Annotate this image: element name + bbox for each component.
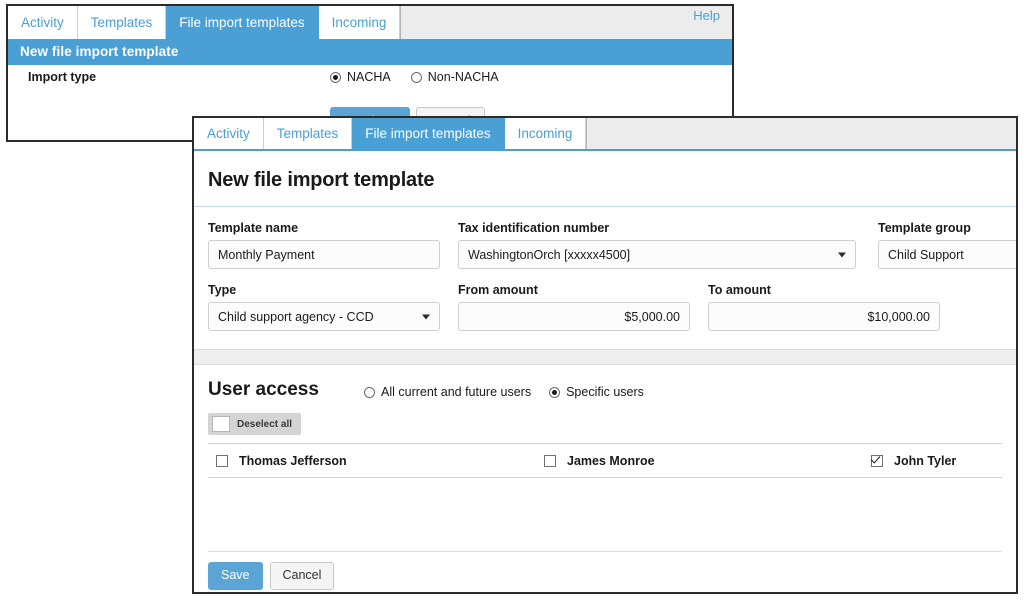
user-list-table: Thomas Jefferson James Monroe John Tyler [208, 443, 1002, 478]
template-group-input[interactable]: Child Support [878, 240, 1016, 269]
tab-templates-label: Templates [276, 125, 339, 141]
save-button[interactable]: Save [208, 562, 263, 590]
tax-id-label: Tax identification number [458, 221, 610, 235]
back-tab-incoming[interactable]: Incoming [318, 6, 401, 39]
form-row-2: Type Child support agency - CCD From amo… [194, 283, 1016, 349]
back-tab-templates-label: Templates [90, 14, 153, 30]
back-tabstrip-filler: Help [400, 6, 732, 39]
type-label: Type [208, 283, 237, 297]
foreground-window: Activity Templates File import templates… [192, 116, 1018, 594]
user-access-title: User access [208, 379, 319, 400]
back-tab-incoming-label: Incoming [331, 14, 387, 30]
type-select[interactable]: Child support agency - CCD [208, 302, 440, 331]
to-amount-input[interactable]: $10,000.00 [708, 302, 940, 331]
checkbox-icon-john-tyler[interactable] [871, 454, 883, 467]
import-type-option-non-nacha[interactable]: Non-NACHA [410, 70, 499, 84]
back-tab-activity[interactable]: Activity [8, 6, 78, 39]
import-type-label: Import type [28, 70, 97, 84]
user-name-thomas-jefferson: Thomas Jefferson [239, 453, 347, 468]
back-tab-templates[interactable]: Templates [77, 6, 167, 39]
tab-incoming[interactable]: Incoming [504, 118, 587, 149]
from-amount-input[interactable]: $5,000.00 [458, 302, 690, 331]
tab-activity-label: Activity [207, 125, 250, 141]
cancel-button[interactable]: Cancel [269, 562, 335, 590]
tax-id-select[interactable]: WashingtonOrch [xxxxx4500] [458, 240, 856, 269]
user-access-option-specific-users[interactable]: Specific users [549, 385, 644, 399]
radio-icon-all-users [364, 386, 375, 398]
user-name-james-monroe: James Monroe [567, 453, 655, 468]
user-cell-john-tyler[interactable]: John Tyler [871, 444, 956, 477]
from-amount-label: From amount [458, 283, 538, 297]
user-access-radio-group: All current and future users Specific us… [364, 385, 662, 399]
back-page-header: New file import template [8, 39, 732, 65]
page-title: New file import template [208, 169, 435, 191]
radio-icon-nacha [330, 71, 341, 83]
front-tabstrip: Activity Templates File import templates… [194, 118, 1016, 151]
back-tab-file-import-templates-label: File import templates [179, 14, 305, 30]
import-type-option-nacha-label: NACHA [347, 70, 391, 84]
field-type: Type Child support agency - CCD [208, 283, 440, 331]
template-group-label: Template group [878, 221, 971, 235]
footer-divider [208, 551, 1002, 552]
chevron-down-icon-type [422, 314, 430, 319]
form-row-1: Template name Monthly Payment Tax identi… [194, 221, 1016, 283]
table-row: Thomas Jefferson James Monroe John Tyler [208, 444, 1002, 477]
back-tab-file-import-templates[interactable]: File import templates [166, 6, 319, 39]
help-link[interactable]: Help [693, 6, 732, 23]
tax-id-value: WashingtonOrch [xxxxx4500] [468, 247, 631, 262]
import-type-option-non-nacha-label: Non-NACHA [427, 70, 499, 84]
deselect-all-label: Deselect all [237, 418, 293, 430]
template-name-label: Template name [208, 221, 299, 235]
back-tabstrip: Activity Templates File import templates… [8, 6, 732, 39]
radio-icon-non-nacha [410, 71, 422, 83]
tab-templates[interactable]: Templates [263, 118, 353, 149]
user-access-option-all-users[interactable]: All current and future users [364, 385, 531, 399]
section-divider [194, 349, 1016, 365]
user-cell-james-monroe[interactable]: James Monroe [544, 444, 655, 477]
user-cell-thomas-jefferson[interactable]: Thomas Jefferson [216, 444, 347, 477]
front-action-buttons: Save Cancel [208, 562, 335, 590]
radio-icon-specific-users [549, 386, 561, 398]
to-amount-label: To amount [708, 283, 771, 297]
template-name-input[interactable]: Monthly Payment [208, 240, 440, 269]
front-tabstrip-filler [586, 118, 1016, 149]
checkbox-icon-james-monroe[interactable] [544, 454, 556, 467]
checkbox-icon-deselect-all [212, 416, 230, 432]
tab-file-import-templates-label: File import templates [365, 125, 491, 141]
user-access-section: User access All current and future users… [194, 365, 1016, 483]
chevron-down-icon-tax-id [838, 252, 846, 257]
import-type-option-nacha[interactable]: NACHA [330, 70, 391, 84]
front-window-body: New file import template Template name M… [194, 151, 1016, 592]
back-tab-activity-label: Activity [21, 14, 64, 30]
deselect-all-button[interactable]: Deselect all [208, 413, 302, 435]
field-template-group: Template group Child Support [878, 221, 1016, 269]
tab-incoming-label: Incoming [517, 125, 573, 141]
tab-activity[interactable]: Activity [194, 118, 264, 149]
user-access-option-specific-users-label: Specific users [566, 385, 644, 399]
user-name-john-tyler: John Tyler [894, 453, 957, 468]
field-tax-id: Tax identification number WashingtonOrch… [458, 221, 856, 269]
field-from-amount: From amount $5,000.00 [458, 283, 690, 331]
user-access-option-all-users-label: All current and future users [381, 385, 532, 399]
import-type-radio-group: NACHA Non-NACHA [330, 70, 511, 84]
field-to-amount: To amount $10,000.00 [708, 283, 940, 331]
type-value: Child support agency - CCD [218, 309, 374, 324]
template-form: Template name Monthly Payment Tax identi… [194, 207, 1016, 349]
checkbox-icon-thomas-jefferson[interactable] [216, 454, 228, 467]
tab-file-import-templates[interactable]: File import templates [352, 118, 505, 149]
field-template-name: Template name Monthly Payment [208, 221, 440, 269]
